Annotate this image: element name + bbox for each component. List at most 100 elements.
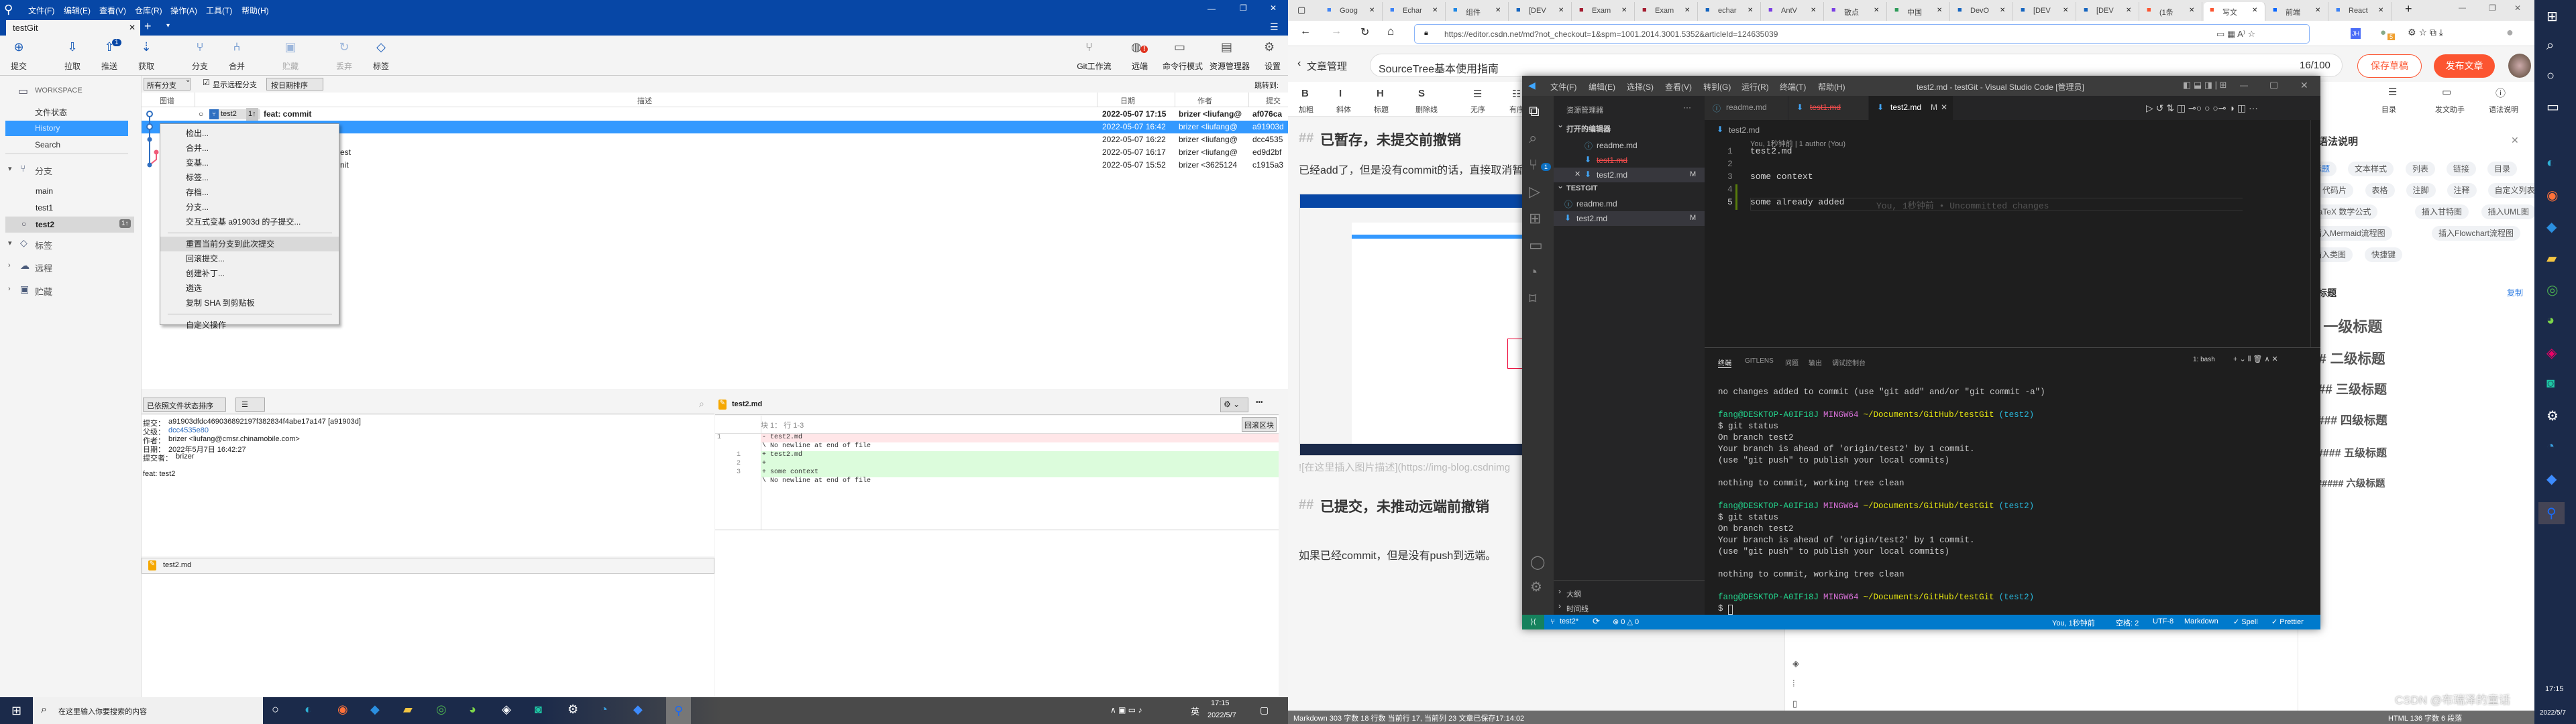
- terminal-actions[interactable]: + ⌄ ⫴ 🗑︎ ∧ ✕: [2233, 355, 2278, 364]
- toolbar-commit-button[interactable]: ⊕ 提交: [5, 38, 32, 74]
- close-tab-icon[interactable]: ✕: [1621, 7, 1627, 14]
- hamburger-menu-icon[interactable]: ☰: [1270, 21, 1279, 33]
- vscode-menu-item[interactable]: 运行(R): [1741, 81, 1769, 93]
- sidebar-group-tags[interactable]: ▾ ◇ 标签: [5, 237, 133, 251]
- taskbar-app-vscode-icon[interactable]: ◆: [370, 703, 380, 717]
- close-tab-icon[interactable]: ✕: [2126, 7, 2131, 14]
- activity-gitlens-icon[interactable]: ◔: [1529, 263, 1538, 281]
- toolbar-tag-button[interactable]: ◇ 标签: [368, 38, 394, 74]
- ime-indicator[interactable]: 英: [1191, 705, 1199, 717]
- context-menu-item[interactable]: 创建补丁...: [160, 266, 339, 281]
- toolbar-remote-button[interactable]: ◍ 远端!: [1119, 38, 1161, 74]
- browser-tab[interactable]: ■ Exam ✕: [1636, 2, 1698, 21]
- editor-tab[interactable]: ⬇ test1.md: [1788, 96, 1869, 120]
- taskbar-app-explorer-icon[interactable]: ▰: [403, 703, 413, 717]
- toolbar-italic-button[interactable]: I: [1339, 88, 1342, 99]
- activity-manage-icon[interactable]: ⚙: [1530, 579, 1542, 595]
- menu-item[interactable]: 工具(T): [206, 5, 232, 16]
- more-options-icon[interactable]: •••: [1256, 399, 1263, 406]
- taskbar-start-icon[interactable]: ⊞: [2546, 8, 2558, 25]
- address-bar[interactable]: 🔒︎ https://editor.csdn.net/md?not_checkou…: [1414, 24, 2310, 44]
- article-title-input[interactable]: SourceTree基本使用指南 16/100: [1370, 54, 2343, 77]
- user-avatar[interactable]: [2508, 54, 2531, 78]
- taskbar-app-app4-icon[interactable]: ◆: [633, 703, 643, 717]
- context-menu-item[interactable]: 复制 SHA 到剪贴板: [160, 296, 339, 310]
- status-prettier[interactable]: ✓ Prettier: [2271, 617, 2304, 626]
- taskbar-task-view-icon[interactable]: ▭: [2546, 99, 2559, 115]
- close-tab-icon[interactable]: ✕: [1748, 7, 1753, 14]
- toc-icon[interactable]: ☰: [2388, 86, 2397, 98]
- context-menu-item[interactable]: 重置当前分支到此次提交: [160, 237, 339, 251]
- status-problems[interactable]: ⊗ 0 △ 0: [1613, 617, 1639, 626]
- taskbar-app-icon[interactable]: ◈: [2546, 345, 2557, 361]
- tab-dropdown-icon[interactable]: ▾: [166, 22, 170, 29]
- taskbar-app-task-view-icon[interactable]: ○: [272, 703, 279, 717]
- taskbar-app-settings-icon[interactable]: ⚙: [568, 703, 578, 717]
- close-tab-icon[interactable]: ✕: [2315, 7, 2320, 14]
- toolbar-discard-button[interactable]: ↻ 丢弃: [331, 38, 358, 74]
- taskbar-chrome-icon[interactable]: ◎: [2546, 282, 2558, 298]
- profile-avatar[interactable]: ●: [2506, 25, 2514, 40]
- close-tab-icon[interactable]: ✕: [1937, 7, 1942, 14]
- remote-indicator[interactable]: ⟩⟨: [1522, 615, 1544, 629]
- close-tab-icon[interactable]: ✕: [1811, 7, 1816, 14]
- search-icon[interactable]: ⌕: [699, 398, 704, 410]
- open-editor-item[interactable]: ⬇ test1.md: [1554, 153, 1705, 168]
- syntax-chip[interactable]: 快捷键: [2365, 247, 2403, 262]
- browser-tab[interactable]: ■ [DEV ✕: [2015, 2, 2076, 21]
- toolbar-ordered-list-button[interactable]: ☷: [1512, 88, 1521, 100]
- browser-tab[interactable]: ■ (1条 ✕: [2141, 2, 2202, 21]
- toolbar-explorer-button[interactable]: ▤ 资源管理器: [1209, 38, 1250, 74]
- syntax-chip[interactable]: 表格: [2365, 183, 2395, 198]
- toolbar-branch-button[interactable]: ⑂ 分支: [186, 38, 213, 74]
- browser-tab[interactable]: ■ 写文 ✕: [2204, 2, 2265, 21]
- context-menu-item[interactable]: 检出...: [160, 126, 339, 141]
- browser-tab[interactable]: ■ echar ✕: [1699, 2, 1761, 21]
- close-tab-icon[interactable]: ✕: [1432, 7, 1438, 14]
- sidebar-group-stashes[interactable]: › ▣ 贮藏: [5, 284, 133, 297]
- editor-tab[interactable]: ⓘ readme.md: [1705, 96, 1788, 120]
- close-tab-icon[interactable]: ✕: [2189, 7, 2194, 14]
- taskbar-settings-icon[interactable]: ⚙: [2546, 408, 2559, 424]
- menu-item[interactable]: 帮助(H): [241, 5, 269, 16]
- close-tab-icon[interactable]: ✕: [2063, 7, 2068, 14]
- vscode-close-button[interactable]: ✕: [2300, 80, 2308, 91]
- file-list-item[interactable]: test2.md: [163, 561, 191, 569]
- browser-tab[interactable]: ■ 散点 ✕: [1825, 2, 1887, 21]
- taskbar-app-wechat-icon[interactable]: ◕: [469, 703, 476, 717]
- taskbar-firefox-icon[interactable]: ◉: [2546, 187, 2558, 204]
- parent-commit-link[interactable]: dcc4535e80: [168, 426, 209, 434]
- taskbar-edge-icon[interactable]: ◐: [2546, 156, 2555, 171]
- sidebar-item-search[interactable]: Search: [5, 137, 128, 153]
- taskbar-app2-icon[interactable]: ◙: [2546, 376, 2555, 391]
- close-button[interactable]: ✕: [1270, 3, 1277, 13]
- back-to-articles-label[interactable]: 文章管理: [1307, 59, 1347, 73]
- sort-dropdown[interactable]: 按日期排序: [266, 78, 323, 90]
- close-tab-icon[interactable]: ✕: [1495, 7, 1501, 14]
- toolbar-bold-button[interactable]: B: [1301, 88, 1309, 99]
- syntax-chip[interactable]: 插入Flowchart流程图: [2432, 226, 2521, 241]
- syntax-chip[interactable]: 目录: [2487, 162, 2518, 176]
- activity-search-icon[interactable]: ⌕: [1529, 129, 1537, 147]
- back-to-articles-link[interactable]: ‹: [1297, 58, 1301, 70]
- toolbar-git-flow-button[interactable]: ⑂ Git工作流: [1073, 38, 1115, 74]
- panel-tab-problems[interactable]: 问题: [1785, 357, 1799, 367]
- taskbar-vscode-icon[interactable]: ◆: [2546, 219, 2557, 235]
- extension-icon[interactable]: ●: [2380, 27, 2386, 38]
- close-tab-icon[interactable]: ✕: [1941, 103, 1947, 112]
- branch-item-test1[interactable]: test1: [5, 200, 134, 216]
- context-menu-item[interactable]: 存档...: [160, 185, 339, 200]
- editor-actions[interactable]: ▷ ↺ ⇅ ◫ ⊸○ ○ ○⊸ ◑ ◫ ···: [2146, 103, 2258, 114]
- browser-tab[interactable]: ■ DevO ✕: [1951, 2, 2013, 21]
- vscode-menu-item[interactable]: 转到(G): [1703, 81, 1731, 93]
- menu-item[interactable]: 编辑(E): [64, 5, 91, 16]
- new-tab-button[interactable]: +: [144, 19, 152, 34]
- syntax-chip[interactable]: 文本样式: [2348, 162, 2394, 176]
- toolbar-stash-button[interactable]: ▣ 贮藏: [277, 38, 304, 74]
- diff-settings-button[interactable]: ⚙ ⌄: [1220, 398, 1248, 412]
- copy-link[interactable]: 复制: [2507, 287, 2523, 298]
- sync-icon[interactable]: ⟳: [1593, 616, 1600, 627]
- browser-tab[interactable]: ■ Echar ✕: [1384, 2, 1446, 21]
- syntax-chip[interactable]: 插入甘特图: [2415, 204, 2469, 219]
- column-header-author[interactable]: 作者: [1197, 95, 1212, 106]
